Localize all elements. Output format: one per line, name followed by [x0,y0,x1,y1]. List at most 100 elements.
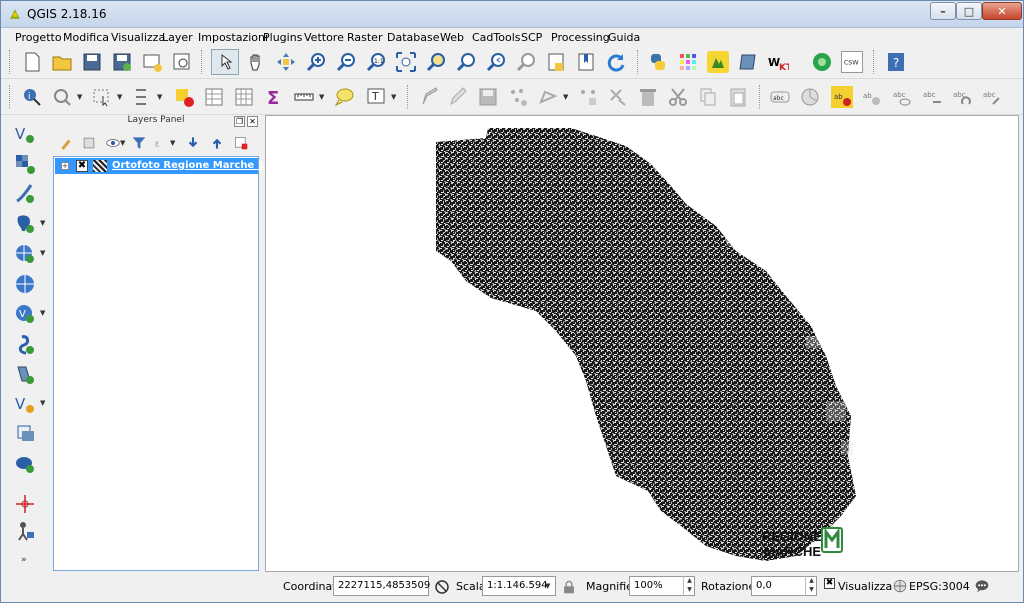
new-bookmark-icon[interactable] [545,51,567,73]
manage-visibility-icon[interactable] [105,135,120,150]
collapse-all-icon[interactable] [209,135,224,150]
composer-manager-icon[interactable] [171,51,193,73]
save-project-icon[interactable] [81,51,103,73]
identify-icon[interactable]: i [21,86,43,108]
filter-legend-icon[interactable] [131,135,146,150]
refresh-icon[interactable] [605,51,627,73]
add-spatialite-icon[interactable] [14,333,36,355]
float-panel-icon[interactable]: ❐ [234,116,245,127]
magnifier-spin-arrows-icon[interactable]: ▲ ▼ [683,576,695,596]
node-tool-icon[interactable] [577,86,599,108]
field-calculator-icon[interactable] [233,86,255,108]
add-vector-layer-icon[interactable]: V [14,123,36,145]
change-label-icon[interactable]: abc [981,86,1003,108]
layer-item[interactable]: + ✖ Ortofoto Regione Marche 1... [55,158,276,174]
open-attribute-table-icon[interactable] [203,86,225,108]
remove-layer-icon[interactable] [233,135,248,150]
messages-icon[interactable] [974,578,989,593]
python-console-icon[interactable] [647,51,669,73]
digitize-icon[interactable] [419,86,441,108]
menu-web[interactable]: Web [440,31,464,44]
print-composer-icon[interactable] [141,51,163,73]
layer-shape-icon[interactable] [737,51,759,73]
menu-progetto[interactable]: Progetto [15,31,62,44]
menu-plugins[interactable]: Plugins [263,31,302,44]
zoom-next-icon[interactable] [515,51,537,73]
add-mssql-icon[interactable] [14,363,36,385]
open-project-icon[interactable] [51,51,73,73]
new-temporary-layer-icon[interactable] [14,453,36,475]
move-feature-icon[interactable] [537,86,559,108]
toggle-extents-icon[interactable] [434,579,451,596]
crs-globe-icon[interactable] [893,579,907,593]
grass-icon[interactable] [707,51,729,73]
measure-icon[interactable] [293,86,315,108]
menu-raster[interactable]: Raster [347,31,382,44]
add-wfs-layer-icon[interactable]: V [14,303,36,325]
help-icon[interactable]: ? [885,51,907,73]
expand-layer-icon[interactable]: + [61,162,69,170]
menu-scp[interactable]: SCP [521,31,542,44]
deselect-icon[interactable] [131,86,153,108]
rotation-spin-arrows-icon[interactable]: ▲ ▼ [805,576,817,596]
zoom-last-icon[interactable] [485,51,507,73]
eye-labels-icon[interactable]: abc [891,86,913,108]
pin-labels-icon[interactable]: ab [831,86,853,108]
plugin-grid-icon[interactable] [677,51,699,73]
show-bookmarks-icon[interactable] [575,51,597,73]
deselect-all-icon[interactable] [173,86,195,108]
close-button[interactable]: ✕ [982,2,1022,20]
menu-layer[interactable]: Layer [162,31,193,44]
add-raster-layer-icon[interactable] [14,153,36,175]
pan-map-select-icon[interactable] [211,49,239,75]
add-group-icon[interactable] [81,135,96,150]
node-edit-icon[interactable] [607,86,629,108]
new-project-icon[interactable] [21,51,43,73]
annotation-icon[interactable] [333,86,355,108]
select-location-icon[interactable] [51,86,73,108]
move-label-icon[interactable]: abc [921,86,943,108]
select-features-icon[interactable] [91,86,113,108]
add-wcs-layer-icon[interactable] [14,273,36,295]
pan-icon[interactable] [245,51,267,73]
show-hide-labels-icon[interactable]: ab [861,86,883,108]
crs-label[interactable]: EPSG:3004 [909,580,970,593]
close-panel-icon[interactable]: ✕ [247,116,258,127]
menu-cadtools[interactable]: CadTools [472,31,521,44]
scale-lock-icon[interactable] [561,579,576,594]
label-tool-icon[interactable]: abc [769,86,791,108]
scale-dropdown-icon[interactable]: ▼ [545,582,550,590]
zoom-full-icon[interactable] [395,51,417,73]
add-postgis-layer-icon[interactable] [14,213,36,235]
person-tool-icon[interactable] [14,520,36,542]
menu-guida[interactable]: Guida [608,31,640,44]
add-oracle-icon[interactable]: V [14,393,36,415]
diagram-icon[interactable] [799,86,821,108]
paste-icon[interactable] [727,86,749,108]
menu-modifica[interactable]: Modifica [63,31,109,44]
open-layer-styling-icon[interactable] [59,135,74,150]
pan-to-selection-icon[interactable] [275,51,297,73]
add-virtual-layer-icon[interactable] [14,423,36,445]
wkt-icon[interactable]: WKT [767,51,789,73]
menu-impostazioni[interactable]: Impostazioni [198,31,268,44]
filter-expression-icon[interactable]: ε [153,135,168,150]
add-delimited-text-icon[interactable] [14,183,36,205]
toggle-edit-icon[interactable] [447,86,469,108]
delete-selected-icon[interactable] [637,86,659,108]
save-edits-icon[interactable] [477,86,499,108]
expand-all-icon[interactable] [185,135,200,150]
csw-icon[interactable]: CSW [841,51,863,73]
zoom-to-layer-icon[interactable] [455,51,477,73]
render-checkbox[interactable]: ✖ [824,578,835,589]
maximize-button[interactable]: □ [956,2,982,20]
menu-visualizza[interactable]: Visualizza [111,31,165,44]
add-wms-layer-icon[interactable] [14,243,36,265]
crosshair-icon[interactable] [14,493,36,515]
zoom-to-selection-icon[interactable] [425,51,447,73]
map-canvas[interactable]: REGIONE MARCHE [265,115,1019,572]
zoom-actual-icon[interactable]: 1:1 [365,51,387,73]
more-tools-chevron-icon[interactable]: » [21,555,27,565]
menu-vettore[interactable]: Vettore [304,31,344,44]
zoom-in-icon[interactable] [305,51,327,73]
